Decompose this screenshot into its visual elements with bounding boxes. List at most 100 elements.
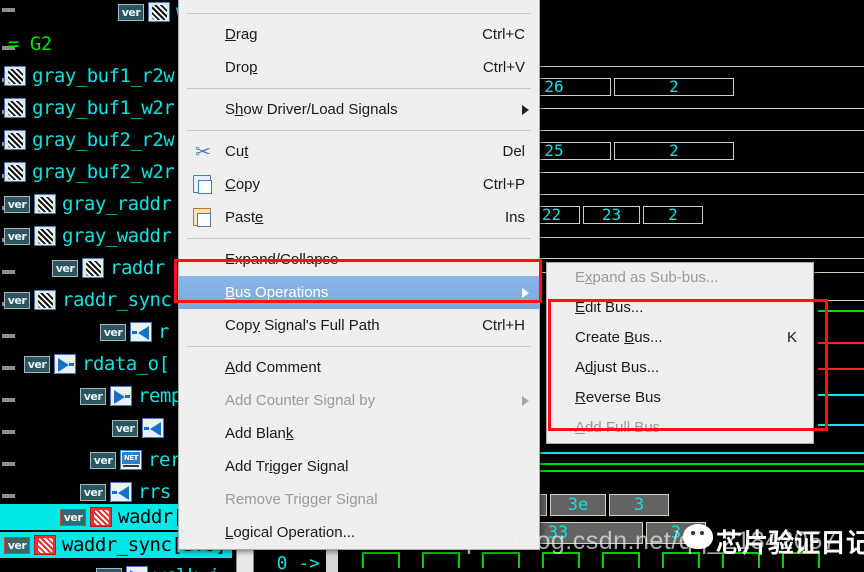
module-icon	[4, 66, 26, 86]
wave-clock-pulse	[542, 552, 580, 568]
wave-clock-pulse	[722, 552, 760, 568]
menu-item-logical-operation[interactable]: Logical Operation...	[179, 516, 539, 549]
module-icon	[4, 130, 26, 150]
module-icon	[34, 226, 56, 246]
signal-label: gray_buf1_w2r	[32, 97, 175, 119]
submenu-item-label: Edit Bus...	[575, 299, 644, 316]
menu-item-add-trigger-signal[interactable]: Add Trigger Signal	[179, 450, 539, 483]
submenu-item-expand-as-sub-bus: Expand as Sub-bus...	[547, 263, 813, 293]
submenu-item-reverse-bus[interactable]: Reverse Bus	[547, 383, 813, 413]
net-icon	[120, 450, 142, 470]
menu-item-label: Add Blank	[225, 425, 294, 442]
menu-item-drag[interactable]: Drag Ctrl+C	[179, 18, 539, 51]
submenu-item-label: Create Bus...	[575, 329, 663, 346]
submenu-item-add-full-bus: Add Full Bus	[547, 413, 813, 443]
wave-segment: 2	[614, 78, 734, 96]
module-icon	[34, 194, 56, 214]
menu-item-label: Remove Trigger Signal	[225, 491, 378, 508]
menu-item-label: Drop	[225, 59, 258, 76]
signal-label: gray_buf2_r2w	[32, 129, 175, 151]
menu-item-accelerator: Ctrl+C	[482, 26, 525, 43]
module-icon	[148, 2, 170, 22]
screenshot-root: ver wrs = G2 gray_buf1_r2w gray_buf1_w2r…	[0, 0, 864, 572]
copy-icon	[193, 174, 213, 195]
chevron-right-icon	[522, 287, 529, 298]
ver-badge-icon: ver	[4, 536, 30, 554]
port-input-icon	[110, 386, 132, 406]
menu-item-copy-signals-full-path[interactable]: Copy Signal's Full Path Ctrl+H	[179, 309, 539, 342]
ver-badge-icon: ver	[90, 451, 116, 469]
menu-item-copy[interactable]: Copy Ctrl+P	[179, 168, 539, 201]
wave-clock-pulse	[482, 552, 520, 568]
menu-item-accelerator: Del	[502, 143, 525, 160]
menu-separator	[187, 13, 531, 14]
menu-item-paste[interactable]: Paste Ins	[179, 201, 539, 234]
signal-label: rrs	[138, 481, 171, 503]
signal-label: remp	[138, 385, 182, 407]
port-output-icon	[110, 482, 132, 502]
ver-badge-icon: ver	[4, 195, 30, 213]
ver-badge-icon: ver	[96, 567, 122, 572]
wave-clock-pulse	[422, 552, 460, 568]
menu-item-label: Paste	[225, 209, 264, 226]
menu-item-label: Bus Operations	[225, 284, 329, 301]
menu-item-label: Add Comment	[225, 359, 321, 376]
signal-label: gray_buf2_w2r	[32, 161, 175, 183]
ver-badge-icon: ver	[4, 227, 30, 245]
signal-label: gray_buf1_r2w	[32, 65, 175, 87]
menu-item-label: Copy Signal's Full Path	[225, 317, 380, 334]
port-input-icon	[126, 566, 148, 572]
menu-separator	[187, 346, 531, 347]
menu-separator	[187, 88, 531, 89]
value-cell: 0 -> 1	[276, 553, 320, 572]
module-icon-selected	[90, 507, 112, 527]
menu-item-add-counter-signal-by: Add Counter Signal by	[179, 384, 539, 417]
signal-label: rer	[148, 449, 181, 471]
menu-item-remove-trigger-signal: Remove Trigger Signal	[179, 483, 539, 516]
submenu-item-label: Expand as Sub-bus...	[575, 269, 719, 286]
ver-badge-icon: ver	[100, 323, 126, 341]
wave-segment: 2	[614, 142, 734, 160]
menu-item-label: Add Counter Signal by	[225, 392, 376, 409]
menu-item-clipped-top[interactable]	[179, 0, 539, 9]
module-icon	[4, 98, 26, 118]
wave-clock-pulse	[782, 552, 820, 568]
menu-item-add-blank[interactable]: Add Blank	[179, 417, 539, 450]
context-menu[interactable]: Drag Ctrl+C Drop Ctrl+V Show Driver/Load…	[178, 0, 540, 550]
menu-item-bus-operations[interactable]: Bus Operations	[179, 276, 539, 309]
menu-item-accelerator: Ctrl+P	[482, 176, 525, 193]
submenu-item-label: Add Full Bus	[575, 419, 661, 436]
wave-baseline	[818, 300, 864, 301]
submenu-item-accelerator: K	[786, 329, 797, 346]
menu-item-drop[interactable]: Drop Ctrl+V	[179, 51, 539, 84]
wave-clock-pulse	[602, 552, 640, 568]
submenu-item-adjust-bus[interactable]: Adjust Bus...	[547, 353, 813, 383]
wave-red-line	[818, 342, 864, 344]
menu-item-label: Show Driver/Load Signals	[225, 101, 398, 118]
menu-separator	[187, 238, 531, 239]
menu-item-label: Expand/Collapse	[225, 251, 339, 268]
signal-row-wclk-i[interactable]: ver wclk_i	[0, 560, 232, 572]
wave-segment: 2	[643, 206, 703, 224]
submenu-item-label: Reverse Bus	[575, 389, 661, 406]
module-icon-selected	[34, 535, 56, 555]
port-output-icon	[130, 322, 152, 342]
submenu-item-edit-bus[interactable]: Edit Bus...	[547, 293, 813, 323]
bus-operations-submenu[interactable]: Expand as Sub-bus... Edit Bus... Create …	[546, 262, 814, 444]
wave-cyan-line	[818, 394, 864, 396]
wave-segment: 23	[583, 206, 640, 224]
paste-icon	[193, 207, 213, 228]
ver-badge-icon: ver	[112, 419, 138, 437]
menu-item-accelerator: Ctrl+H	[482, 317, 525, 334]
signal-label: gray_waddr	[62, 225, 172, 247]
submenu-item-create-bus[interactable]: Create Bus... K	[547, 323, 813, 353]
ver-badge-icon: ver	[4, 291, 30, 309]
menu-item-cut[interactable]: ✂ Cut Del	[179, 135, 539, 168]
menu-item-expand-collapse[interactable]: Expand/Collapse	[179, 243, 539, 276]
port-input-icon	[54, 354, 76, 374]
submenu-item-label: Adjust Bus...	[575, 359, 660, 376]
menu-item-show-driver-load-signals[interactable]: Show Driver/Load Signals	[179, 93, 539, 126]
module-icon	[4, 162, 26, 182]
wave-green-line	[818, 310, 864, 312]
menu-item-add-comment[interactable]: Add Comment	[179, 351, 539, 384]
